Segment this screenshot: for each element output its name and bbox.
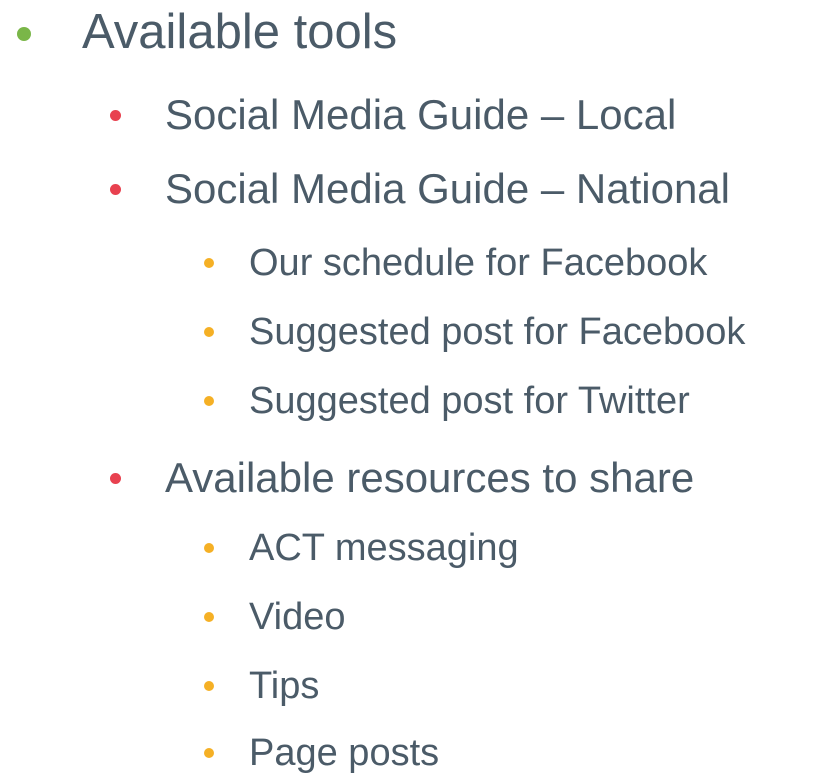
bullet-dot-yellow xyxy=(204,543,214,553)
bullet-text: Video xyxy=(249,596,346,638)
bullet-text: Page posts xyxy=(249,732,440,774)
bullet-text: Suggested post for Facebook xyxy=(249,311,746,353)
bullet-dot-yellow xyxy=(204,327,214,337)
bullet-text: Social Media Guide – National xyxy=(165,165,730,212)
bullet-dot-green xyxy=(17,27,31,41)
bullet-dot-red xyxy=(110,473,121,484)
bullet-dot-yellow xyxy=(204,612,214,622)
bullet-dot-red xyxy=(110,110,121,121)
bullet-text: Available resources to share xyxy=(165,454,695,501)
bullet-text: ACT messaging xyxy=(249,527,519,569)
bullet-text: Tips xyxy=(249,665,320,707)
bullet-text: Social Media Guide – Local xyxy=(165,91,677,138)
slide: Available tools Social Media Guide – Loc… xyxy=(0,0,819,778)
bullet-text: Suggested post for Twitter xyxy=(249,380,690,422)
bullet-dot-yellow xyxy=(204,396,214,406)
bullet-text: Our schedule for Facebook xyxy=(249,242,708,284)
bullet-text: Available tools xyxy=(82,5,398,59)
bullet-dot-yellow xyxy=(204,748,214,758)
bullet-dot-yellow xyxy=(204,681,214,691)
bullet-dot-yellow xyxy=(204,258,214,268)
bullet-dot-red xyxy=(110,184,121,195)
